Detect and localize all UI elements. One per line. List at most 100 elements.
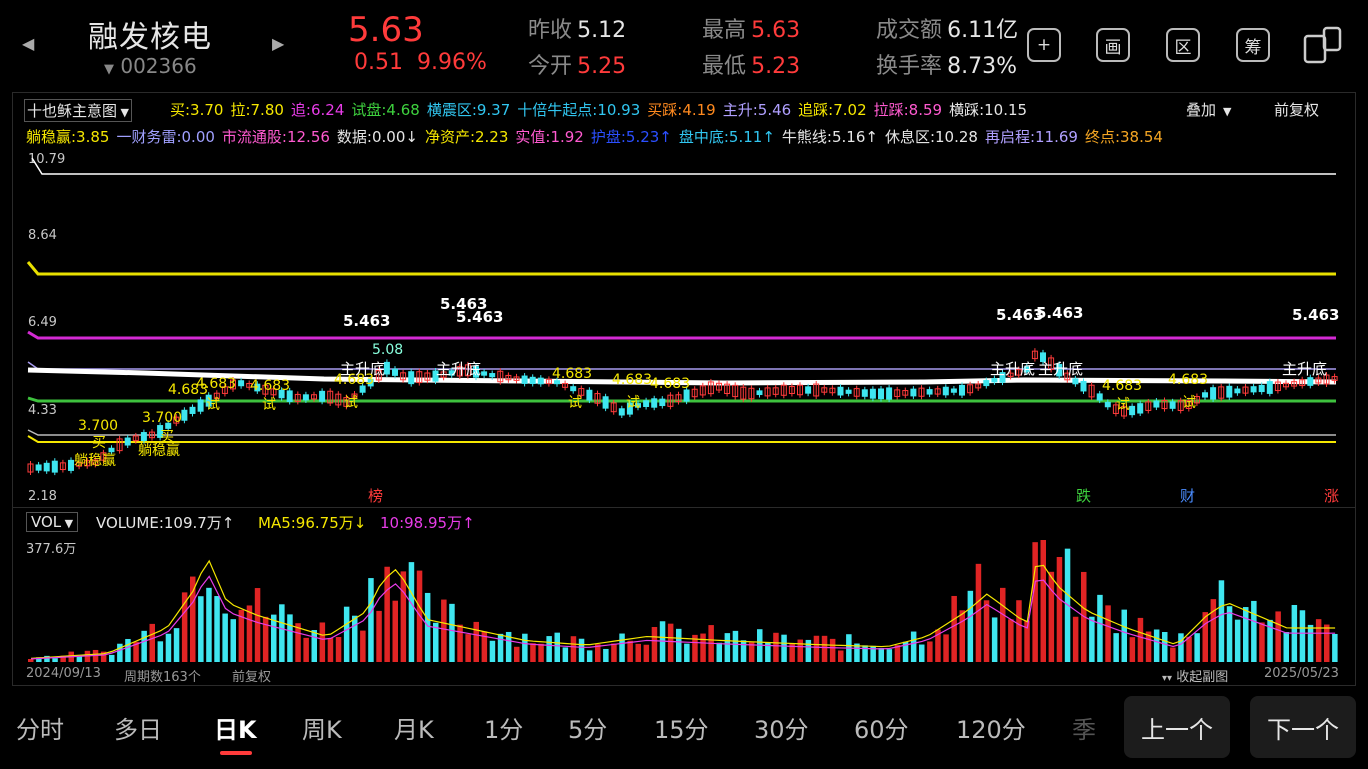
- volume-bar: [781, 634, 787, 662]
- volume-bar: [165, 633, 172, 662]
- screen-switch-icon[interactable]: [1302, 26, 1344, 70]
- level-line-yellow-low: [27, 435, 1336, 443]
- volume-bar: [408, 562, 415, 662]
- volume-bar: [1178, 633, 1184, 662]
- stock-name: 融发核电: [88, 20, 212, 55]
- level-line-grey: [27, 429, 1336, 436]
- tab-weekly-k[interactable]: 周K: [302, 710, 342, 745]
- volume-bar: [149, 623, 155, 662]
- event-marker[interactable]: 涨: [1324, 485, 1339, 506]
- interval-icon[interactable]: 区: [1166, 28, 1200, 62]
- volume-bar: [287, 614, 293, 662]
- volume-bar: [327, 638, 334, 662]
- footer-adjust: 前复权: [232, 670, 272, 685]
- volume-bar: [1194, 633, 1200, 662]
- draw-icon[interactable]: 画: [1096, 28, 1130, 62]
- adjust-dropdown[interactable]: 前复权: [1274, 99, 1319, 120]
- tab-5min[interactable]: 5分: [568, 710, 607, 745]
- volume-bar: [441, 599, 447, 662]
- volume-bar: [433, 622, 439, 662]
- row2-indicator-value: 再启程:11.69: [984, 128, 1078, 146]
- tab-60min[interactable]: 60分: [854, 710, 909, 745]
- try-char: 试: [1182, 395, 1196, 411]
- volume-bar: [740, 640, 747, 662]
- volume-bar: [991, 617, 998, 662]
- volume-value: VOLUME:109.7万↑: [96, 514, 235, 532]
- collapse-subchart-button[interactable]: ▾▾ 收起副图: [1162, 666, 1228, 685]
- volume-bar: [546, 636, 552, 662]
- tab-30min[interactable]: 30分: [754, 710, 809, 745]
- volume-bar: [805, 639, 812, 662]
- tab-timeshare[interactable]: 分时: [16, 710, 64, 745]
- volume-bar: [554, 632, 560, 662]
- volume-bar: [254, 588, 261, 662]
- volume-bar: [303, 637, 309, 662]
- volume-bar: [1008, 619, 1014, 662]
- event-marker[interactable]: 财: [1180, 485, 1195, 506]
- row1-indicator-value: 拉:7.80: [230, 101, 284, 119]
- overlay-dropdown[interactable]: 叠加 ▼: [1186, 99, 1231, 120]
- volume-bar: [1056, 556, 1063, 662]
- volume-bar: [643, 644, 650, 662]
- tab-15min[interactable]: 15分: [654, 710, 709, 745]
- row1-indicator-value: 拉踩:8.59: [873, 101, 943, 119]
- next-stock-arrow-icon[interactable]: ▶: [272, 34, 284, 53]
- tab-multiday[interactable]: 多日: [114, 710, 162, 745]
- stat-open: 今开 5.25: [528, 54, 627, 79]
- volume-bar: [773, 632, 779, 662]
- volume-bar: [1234, 619, 1241, 662]
- period-count: 周期数163个: [124, 670, 201, 685]
- tab-quarter[interactable]: 季: [1072, 710, 1096, 745]
- volume-bar: [1218, 580, 1225, 662]
- stat-prev-close: 昨收 5.12: [528, 18, 627, 43]
- volume-bar: [603, 648, 609, 662]
- volume-bar: [230, 619, 236, 662]
- volume-bar: [141, 630, 147, 662]
- indicator-selector[interactable]: 十也稣主意图 ▼: [24, 99, 132, 122]
- event-marker[interactable]: 跌: [1076, 485, 1091, 506]
- volume-bar: [311, 630, 317, 662]
- prev-stock-arrow-icon[interactable]: ◀: [22, 34, 34, 53]
- add-icon[interactable]: +: [1027, 28, 1061, 62]
- volume-bar: [732, 630, 739, 662]
- volume-bar: [190, 576, 196, 662]
- volume-bar: [514, 646, 520, 662]
- try-label: 4.683: [334, 372, 375, 388]
- volume-bar: [1283, 632, 1289, 662]
- volume-bar: [627, 640, 633, 662]
- volume-bar: [1251, 600, 1257, 662]
- volume-bar: [862, 645, 868, 662]
- event-marker[interactable]: 榜: [368, 485, 383, 506]
- indicator-row-1: 买:3.70 拉:7.80 追:6.24 试盘:4.68 横震区:9.37 十倍牛起点:1…: [170, 99, 1034, 120]
- tab-monthly-k[interactable]: 月K: [394, 710, 434, 745]
- chips-icon[interactable]: 筹: [1236, 28, 1270, 62]
- volume-bar: [424, 592, 431, 662]
- tab-120min[interactable]: 120分: [956, 710, 1026, 745]
- volume-bar: [1048, 571, 1055, 662]
- volume-indicator-selector[interactable]: VOL ▼: [26, 512, 79, 532]
- volume-bar: [416, 570, 423, 662]
- volume-bar: [1259, 622, 1265, 662]
- try-char: 试: [1116, 397, 1130, 413]
- volume-bar: [959, 610, 965, 662]
- row2-indicator-value: 市流通股:12.56: [221, 128, 330, 146]
- volume-bar: [28, 659, 34, 662]
- volume-bar: [676, 628, 682, 662]
- volume-bar: [1243, 607, 1249, 662]
- candlestick-chart[interactable]: [24, 150, 1340, 510]
- volume-bar: [538, 643, 544, 662]
- volume-bar: [967, 590, 974, 662]
- volume-chart[interactable]: [24, 538, 1340, 662]
- volume-bar: [1170, 647, 1176, 662]
- tab-1min[interactable]: 1分: [484, 710, 523, 745]
- stat-high: 最高 5.63: [702, 18, 801, 43]
- change-amount: 0.51: [354, 50, 403, 75]
- prev-stock-button[interactable]: 上一个: [1124, 696, 1230, 758]
- try-char: 试: [568, 395, 582, 411]
- row1-indicator-value: 追:6.24: [290, 101, 345, 119]
- volume-bar: [157, 641, 164, 662]
- stock-code-row[interactable]: ▼ 002366: [104, 54, 197, 78]
- next-stock-button[interactable]: 下一个: [1250, 696, 1356, 758]
- tab-daily-k[interactable]: 日K: [214, 710, 257, 745]
- try-char: 试: [262, 397, 276, 413]
